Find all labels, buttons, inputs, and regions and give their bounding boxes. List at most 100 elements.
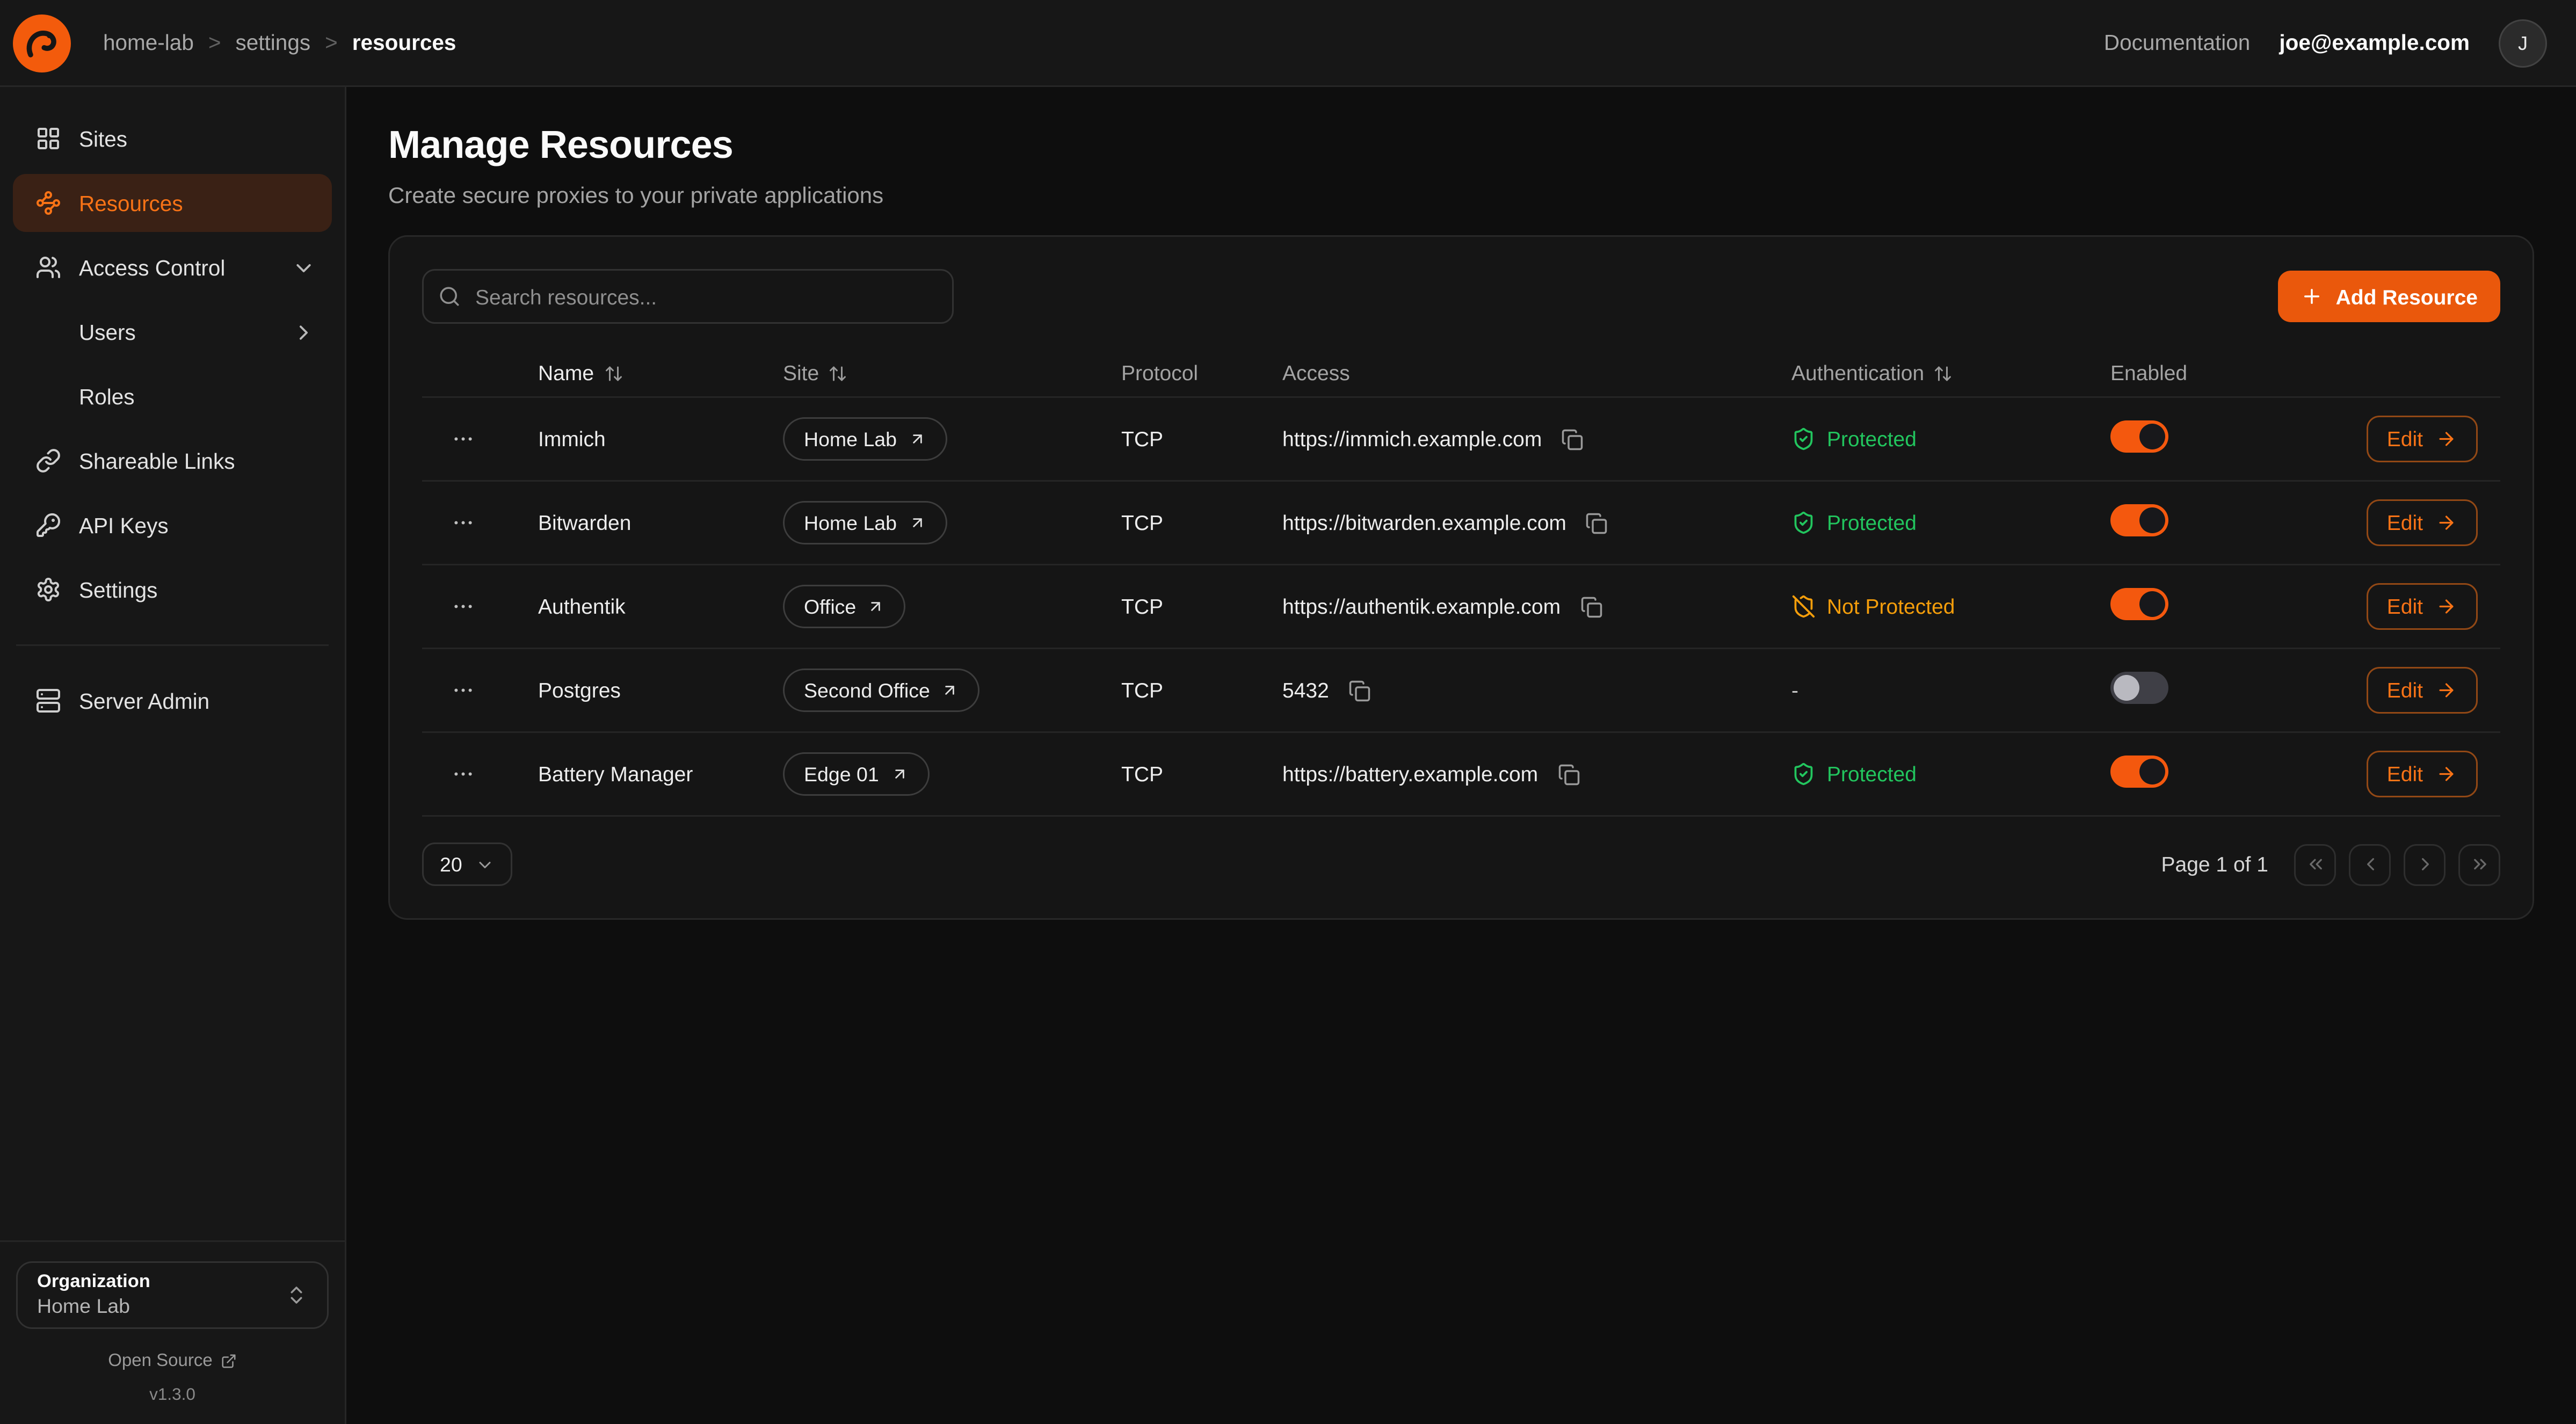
resource-name: Immich xyxy=(512,427,757,451)
row-actions-button[interactable] xyxy=(441,418,483,460)
site-link-button[interactable]: Home Lab xyxy=(783,417,947,461)
edit-button[interactable]: Edit xyxy=(2366,499,2478,546)
sidebar-item-server-admin[interactable]: Server Admin xyxy=(13,672,332,730)
breadcrumb-settings[interactable]: settings xyxy=(236,31,311,55)
page-label: Page 1 of 1 xyxy=(2161,852,2269,876)
copy-icon xyxy=(1557,763,1580,786)
enabled-toggle[interactable] xyxy=(2110,420,2168,453)
site-link-button[interactable]: Office xyxy=(783,585,906,628)
sidebar-item-users[interactable]: Users xyxy=(13,303,332,361)
copy-icon xyxy=(1561,428,1584,451)
breadcrumb-org[interactable]: home-lab xyxy=(103,31,194,55)
sort-by-site-button[interactable]: Site xyxy=(783,361,848,385)
server-icon xyxy=(35,688,61,714)
enabled-toggle[interactable] xyxy=(2110,504,2168,536)
ellipsis-icon xyxy=(451,594,475,619)
last-page-button[interactable] xyxy=(2458,844,2500,885)
documentation-link[interactable]: Documentation xyxy=(2104,31,2250,55)
copy-button[interactable] xyxy=(1345,676,1374,705)
topbar: home-lab > settings > resources Document… xyxy=(0,0,2576,87)
pangolin-logo-icon[interactable] xyxy=(13,14,71,72)
arrow-up-right-icon xyxy=(941,681,959,699)
table-row: Authentik Office TCP https://authentik.e… xyxy=(422,565,2500,649)
sidebar-item-sites[interactable]: Sites xyxy=(13,110,332,168)
organization-text: Organization Home Lab xyxy=(37,1273,150,1318)
shield-check-icon xyxy=(1791,427,1816,451)
table-row: Immich Home Lab TCP https://immich.examp… xyxy=(422,398,2500,482)
chevron-down-icon xyxy=(292,256,316,280)
ellipsis-icon xyxy=(451,427,475,451)
avatar[interactable]: J xyxy=(2499,19,2547,67)
copy-icon xyxy=(1586,512,1608,534)
chevron-right-icon xyxy=(2414,854,2435,875)
sidebar-item-label: Sites xyxy=(79,127,127,151)
chevrons-left-icon xyxy=(2305,854,2326,875)
copy-icon xyxy=(1580,595,1602,618)
protocol-header-label: Protocol xyxy=(1121,361,1198,385)
sidebar-item-settings[interactable]: Settings xyxy=(13,561,332,619)
main-content: Manage Resources Create secure proxies t… xyxy=(346,87,2576,1424)
sidebar-item-roles[interactable]: Roles xyxy=(13,367,332,425)
edit-button[interactable]: Edit xyxy=(2366,583,2478,630)
row-actions-button[interactable] xyxy=(441,586,483,628)
edit-button[interactable]: Edit xyxy=(2366,751,2478,797)
sort-arrows-icon xyxy=(829,364,848,383)
page-title: Manage Resources xyxy=(388,124,2534,169)
site-link-button[interactable]: Edge 01 xyxy=(783,752,929,796)
sidebar-item-api-keys[interactable]: API Keys xyxy=(13,496,332,554)
breadcrumb-separator: > xyxy=(325,31,338,55)
sort-by-name-button[interactable]: Name xyxy=(538,361,623,385)
arrow-right-icon xyxy=(2436,596,2457,617)
auth-status: Not Protected xyxy=(1762,594,2085,619)
app-window: home-lab > settings > resources Document… xyxy=(0,0,2576,1424)
open-source-link[interactable]: Open Source xyxy=(16,1352,329,1371)
add-resource-button[interactable]: Add Resource xyxy=(2278,271,2500,322)
copy-button[interactable] xyxy=(1558,425,1587,454)
row-actions-button[interactable] xyxy=(441,502,483,544)
enabled-toggle[interactable] xyxy=(2110,588,2168,620)
auth-label: Protected xyxy=(1827,511,1917,535)
auth-label: Protected xyxy=(1827,762,1917,786)
sidebar-item-resources[interactable]: Resources xyxy=(13,174,332,232)
first-page-button[interactable] xyxy=(2294,844,2336,885)
search-input[interactable] xyxy=(422,269,954,324)
breadcrumb-resources[interactable]: resources xyxy=(352,31,456,55)
row-actions-button[interactable] xyxy=(441,753,483,795)
enabled-toggle[interactable] xyxy=(2110,755,2168,788)
arrow-right-icon xyxy=(2436,764,2457,784)
edit-label: Edit xyxy=(2387,678,2423,702)
auth-label: Protected xyxy=(1827,427,1917,451)
edit-button[interactable]: Edit xyxy=(2366,416,2478,462)
user-email[interactable]: joe@example.com xyxy=(2279,31,2470,55)
previous-page-button[interactable] xyxy=(2349,844,2391,885)
arrow-right-icon xyxy=(2436,428,2457,449)
enabled-header-label: Enabled xyxy=(2110,361,2187,385)
site-name: Edge 01 xyxy=(804,763,879,786)
table-header-row: Name Site Protocol Access xyxy=(422,350,2500,398)
next-page-button[interactable] xyxy=(2404,844,2446,885)
organization-selector[interactable]: Organization Home Lab xyxy=(16,1261,329,1329)
sidebar-item-shareable-links[interactable]: Shareable Links xyxy=(13,432,332,490)
sort-by-authentication-button[interactable]: Authentication xyxy=(1791,361,1953,385)
site-name: Home Lab xyxy=(804,428,897,451)
add-resource-label: Add Resource xyxy=(2336,285,2478,309)
site-link-button[interactable]: Home Lab xyxy=(783,501,947,544)
copy-button[interactable] xyxy=(1554,760,1583,789)
sidebar-footer: Organization Home Lab Open Source v1.3.0 xyxy=(0,1240,345,1408)
access-url: 5432 xyxy=(1282,678,1329,702)
sidebar-item-access-control[interactable]: Access Control xyxy=(13,238,332,296)
edit-button[interactable]: Edit xyxy=(2366,667,2478,714)
sidebar-item-label: API Keys xyxy=(79,513,169,537)
chevrons-right-icon xyxy=(2469,854,2490,875)
arrow-up-right-icon xyxy=(867,598,885,615)
pager: Page 1 of 1 xyxy=(2161,844,2501,885)
copy-button[interactable] xyxy=(1583,508,1612,537)
plus-icon xyxy=(2301,285,2323,308)
site-link-button[interactable]: Second Office xyxy=(783,669,980,712)
copy-button[interactable] xyxy=(1577,592,1606,621)
topbar-right: Documentation joe@example.com J xyxy=(2104,19,2547,67)
enabled-toggle[interactable] xyxy=(2110,672,2168,704)
page-size-select[interactable]: 20 xyxy=(422,842,512,886)
row-actions-button[interactable] xyxy=(441,670,483,711)
sidebar-divider xyxy=(16,644,329,646)
